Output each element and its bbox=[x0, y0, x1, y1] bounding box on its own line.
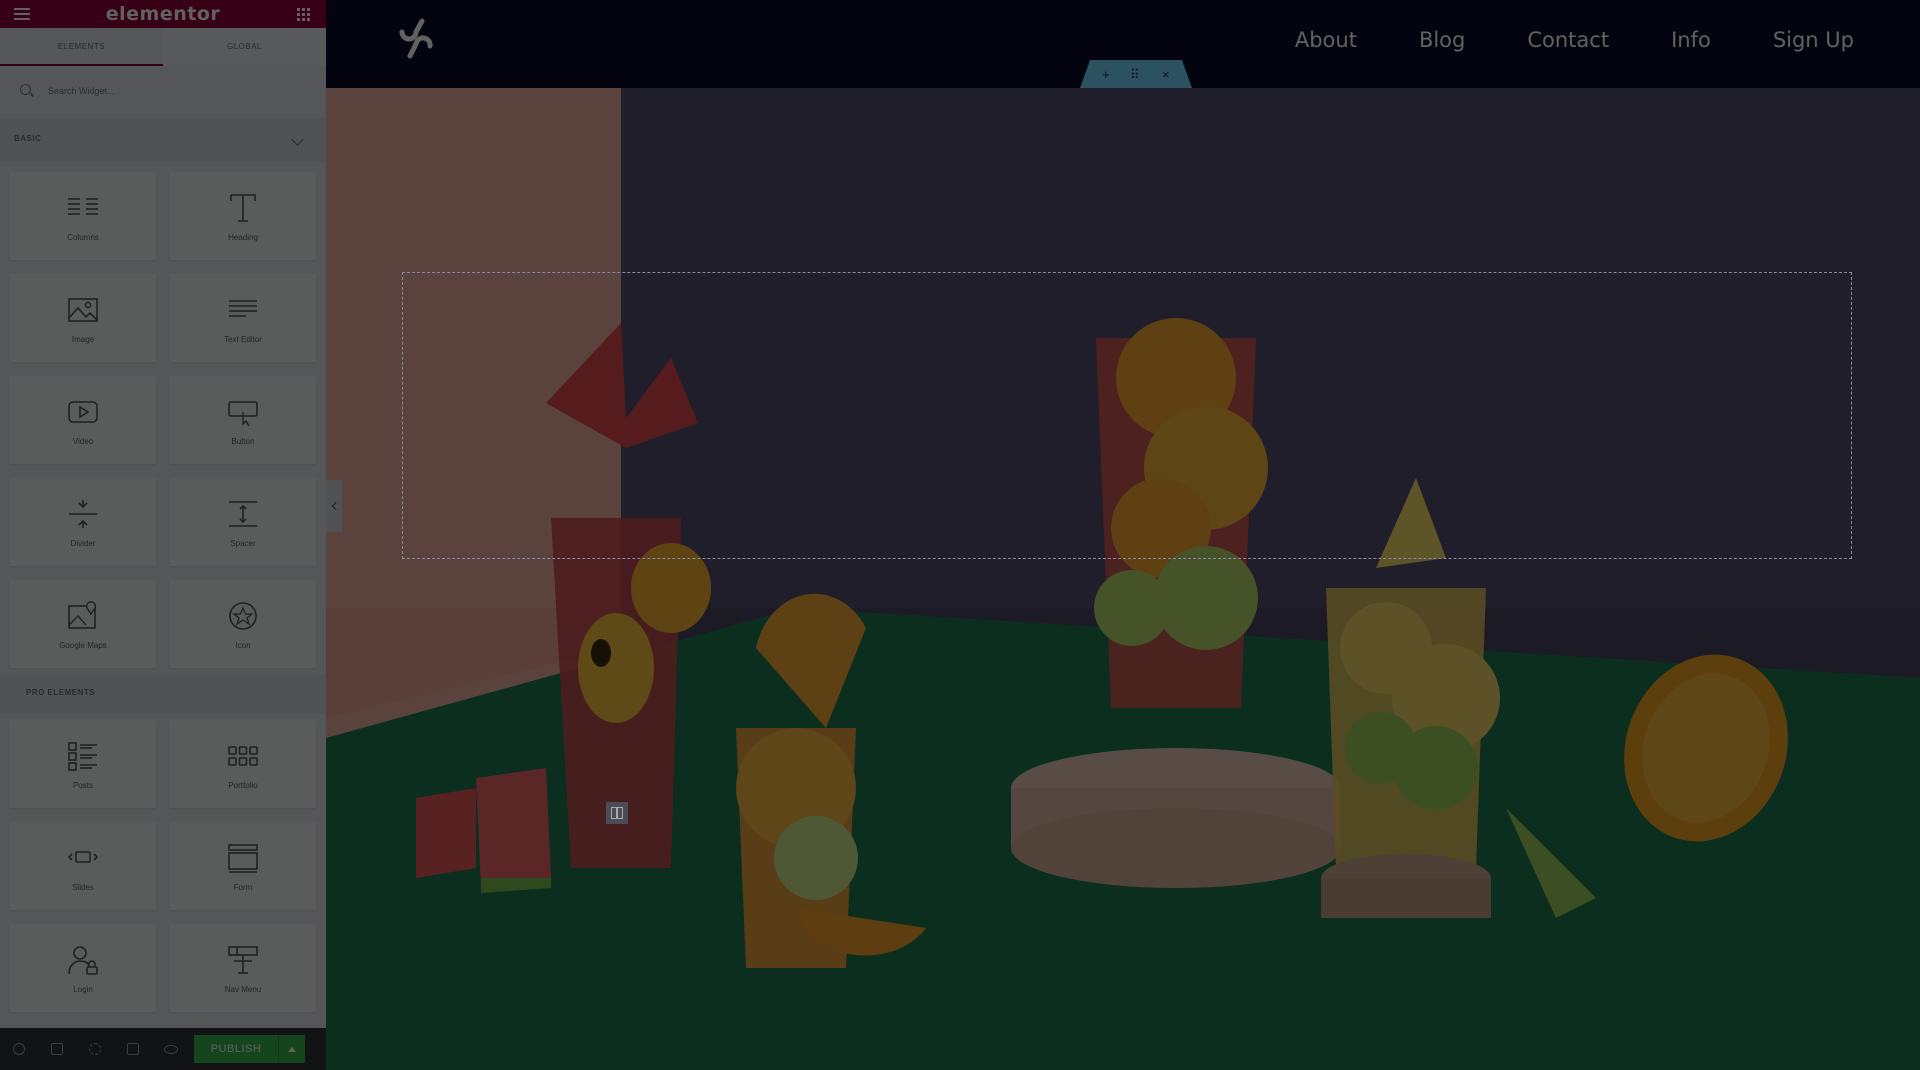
video-icon bbox=[68, 400, 98, 423]
widget-button[interactable]: Button bbox=[170, 376, 316, 464]
login-icon bbox=[68, 945, 98, 975]
nav-contact[interactable]: Contact bbox=[1527, 28, 1609, 52]
widget-label: Icon bbox=[235, 640, 251, 650]
grid-icon[interactable] bbox=[282, 0, 326, 28]
heading-icon bbox=[230, 193, 256, 222]
chevron-up-icon bbox=[288, 1046, 296, 1052]
widget-slides[interactable]: Slides bbox=[10, 822, 156, 910]
section-pro-header[interactable]: PRO ELEMENTS bbox=[0, 674, 326, 714]
widget-text-editor[interactable]: Text Editor bbox=[170, 274, 316, 362]
pro-widgets-grid: Posts Portfolio Slides Form Login Nav Me… bbox=[10, 720, 316, 1012]
widget-label: Posts bbox=[72, 780, 93, 790]
chevron-down-icon bbox=[291, 133, 304, 146]
widget-login[interactable]: Login bbox=[10, 924, 156, 1012]
column-handle-icon[interactable] bbox=[606, 802, 628, 824]
posts-icon bbox=[68, 741, 97, 771]
elementor-panel: elementor ELEMENTS GLOBAL BASIC Columns … bbox=[0, 0, 326, 1070]
widget-label: Divider bbox=[70, 538, 96, 548]
panel-tabs: ELEMENTS GLOBAL bbox=[0, 28, 326, 66]
site-logo[interactable] bbox=[396, 18, 436, 60]
tab-global[interactable]: GLOBAL bbox=[163, 28, 326, 66]
widget-image[interactable]: Image bbox=[10, 274, 156, 362]
widget-label: Columns bbox=[67, 232, 99, 242]
elementor-logo: elementor bbox=[105, 3, 221, 25]
widget-heading[interactable]: Heading bbox=[170, 172, 316, 260]
nav-blog[interactable]: Blog bbox=[1419, 28, 1465, 52]
panel-footer: PUBLISH bbox=[0, 1028, 326, 1070]
basic-widgets-grid: Columns Heading Image Text Editor Video … bbox=[10, 172, 316, 668]
widget-label: Form bbox=[233, 882, 253, 892]
add-section-icon[interactable]: + bbox=[1102, 67, 1110, 82]
hero-image bbox=[326, 318, 1920, 1070]
widget-label: Nav Menu bbox=[224, 984, 262, 994]
tab-elements[interactable]: ELEMENTS bbox=[0, 28, 163, 66]
widget-video[interactable]: Video bbox=[10, 376, 156, 464]
widget-label: Text Editor bbox=[224, 334, 262, 344]
button-icon bbox=[228, 400, 258, 426]
widget-search bbox=[14, 78, 314, 104]
nav-about[interactable]: About bbox=[1295, 28, 1357, 52]
google-maps-icon bbox=[68, 600, 97, 629]
preview-icon[interactable] bbox=[152, 1028, 190, 1070]
widget-google-maps[interactable]: Google Maps bbox=[10, 580, 156, 668]
widget-divider[interactable]: Divider bbox=[10, 478, 156, 566]
section-pro-title: PRO ELEMENTS bbox=[26, 688, 96, 697]
nav-menu-icon bbox=[228, 945, 258, 974]
nav-sign-up[interactable]: Sign Up bbox=[1773, 28, 1854, 52]
widget-label: Slides bbox=[72, 882, 94, 892]
widget-posts[interactable]: Posts bbox=[10, 720, 156, 808]
divider-icon bbox=[69, 499, 97, 528]
section-basic-header[interactable]: BASIC bbox=[0, 118, 326, 162]
collapse-panel-toggle[interactable] bbox=[326, 480, 342, 532]
search-icon bbox=[20, 84, 34, 98]
widget-label: Video bbox=[72, 436, 94, 446]
portfolio-icon bbox=[228, 745, 258, 766]
panel-header: elementor bbox=[0, 0, 326, 28]
drag-handle-icon[interactable]: ⠿ bbox=[1130, 67, 1140, 83]
columns-icon bbox=[68, 197, 98, 215]
widget-label: Login bbox=[73, 984, 93, 994]
widget-spacer[interactable]: Spacer bbox=[170, 478, 316, 566]
section-handle: + ⠿ × bbox=[1080, 60, 1192, 88]
history-icon[interactable] bbox=[76, 1028, 114, 1070]
widget-label: Heading bbox=[228, 232, 258, 242]
widget-label: Google Maps bbox=[59, 640, 107, 650]
slides-icon bbox=[67, 850, 99, 863]
widget-icon[interactable]: Icon bbox=[170, 580, 316, 668]
widget-columns[interactable]: Columns bbox=[10, 172, 156, 260]
section-basic-title: BASIC bbox=[14, 134, 42, 143]
responsive-icon[interactable] bbox=[114, 1028, 152, 1070]
widget-label: Spacer bbox=[230, 538, 256, 548]
widget-label: Button bbox=[231, 436, 255, 446]
site-nav: About Blog Contact Info Sign Up bbox=[1233, 0, 1854, 80]
hamburger-icon[interactable] bbox=[0, 0, 44, 28]
widget-form[interactable]: Form bbox=[170, 822, 316, 910]
form-icon bbox=[228, 843, 258, 873]
publish-options-button[interactable] bbox=[278, 1035, 305, 1063]
chevron-left-icon bbox=[331, 501, 340, 511]
widget-portfolio[interactable]: Portfolio bbox=[170, 720, 316, 808]
widget-label: Image bbox=[71, 334, 95, 344]
star-icon bbox=[229, 601, 257, 630]
search-input[interactable] bbox=[46, 85, 270, 97]
empty-container-placeholder[interactable] bbox=[402, 272, 1852, 559]
publish-button[interactable]: PUBLISH bbox=[194, 1035, 278, 1063]
navigator-icon[interactable] bbox=[38, 1028, 76, 1070]
nav-info[interactable]: Info bbox=[1671, 28, 1711, 52]
text-editor-icon bbox=[229, 299, 257, 317]
spacer-icon bbox=[229, 500, 257, 527]
settings-icon[interactable] bbox=[0, 1028, 38, 1070]
hero-section[interactable] bbox=[326, 88, 1920, 1070]
image-icon bbox=[68, 297, 98, 322]
widget-label: Portfolio bbox=[228, 780, 258, 790]
delete-section-icon[interactable]: × bbox=[1162, 67, 1170, 82]
widget-nav-menu[interactable]: Nav Menu bbox=[170, 924, 316, 1012]
